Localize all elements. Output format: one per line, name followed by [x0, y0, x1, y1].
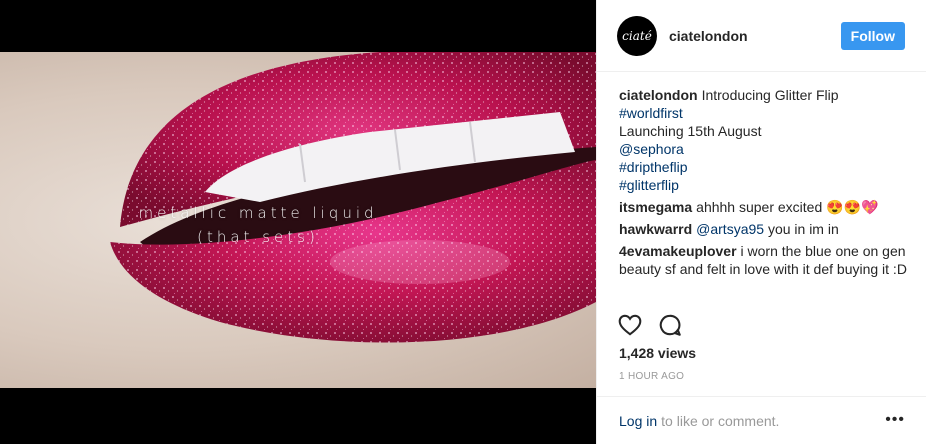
more-options-icon[interactable]: •••	[885, 411, 905, 429]
caption-text: Introducing Glitter Flip	[701, 87, 839, 103]
caption-author[interactable]: ciatelondon	[619, 87, 698, 103]
post-media[interactable]: metallic matte liquid (that sets)	[0, 0, 596, 444]
avatar-logo-text: ciaté	[622, 28, 652, 43]
comment-username[interactable]: hawkwarrd	[619, 221, 692, 237]
comment-item: itsmegama ahhhh super excited 😍😍💖	[619, 198, 909, 216]
post-footer: Log in to like or comment. •••	[597, 396, 926, 444]
login-link[interactable]: Log in	[619, 413, 657, 429]
comment-text: ahhhh super excited 😍😍💖	[696, 199, 879, 215]
caption-line: Launching 15th August	[619, 123, 762, 139]
hashtag-link[interactable]: #glitterflip	[619, 176, 909, 194]
action-bar	[617, 312, 683, 338]
avatar[interactable]: ciaté	[617, 15, 657, 56]
comment-username[interactable]: itsmegama	[619, 199, 692, 215]
video-overlay-text-line2: (that sets)	[197, 228, 319, 246]
post-side-panel: ciaté ciatelondon Follow ciatelondon Intr…	[596, 0, 926, 444]
video-overlay-text-line1: metallic matte liquid	[138, 204, 378, 222]
video-frame[interactable]: metallic matte liquid (that sets)	[0, 52, 596, 388]
hashtag-link[interactable]: #driptheflip	[619, 158, 909, 176]
comment-icon[interactable]	[657, 312, 683, 338]
comment-username[interactable]: 4evamakeuplover	[619, 243, 737, 259]
post-timestamp: 1 HOUR AGO	[619, 371, 685, 382]
login-prompt-text: to like or comment.	[661, 412, 780, 429]
comment-text: you in im in	[767, 221, 839, 237]
post-header: ciaté ciatelondon Follow	[597, 0, 926, 72]
comments-list: ciatelondon Introducing Glitter Flip #wor…	[619, 86, 909, 282]
view-count[interactable]: 1,428 views	[619, 345, 696, 361]
follow-button[interactable]: Follow	[840, 22, 905, 50]
comment-item: hawkwarrd @artsya95 you in im in	[619, 220, 909, 238]
comment-mention-link[interactable]: @artsya95	[696, 221, 764, 237]
header-username[interactable]: ciatelondon	[669, 28, 748, 44]
heart-icon[interactable]	[617, 312, 643, 338]
mention-link[interactable]: @sephora	[619, 140, 909, 158]
post-caption: ciatelondon Introducing Glitter Flip #wor…	[619, 86, 909, 194]
hashtag-link[interactable]: #worldfirst	[619, 104, 909, 122]
comment-item: 4evamakeuplover i worn the blue one on ge…	[619, 242, 909, 278]
